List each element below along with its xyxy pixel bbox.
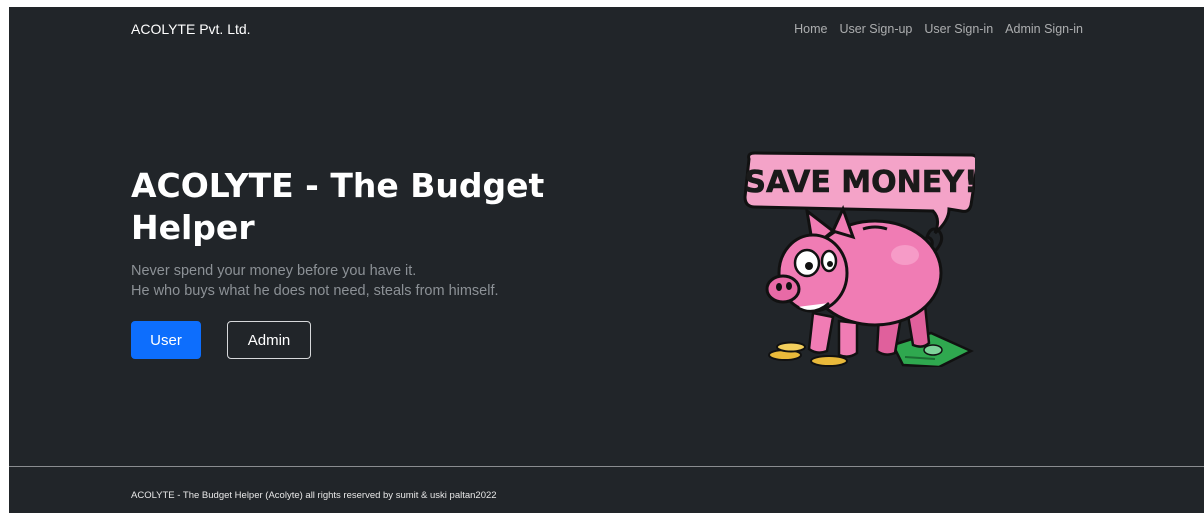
footer-divider	[9, 466, 1204, 467]
hero-title: ACOLYTE - The Budget Helper	[131, 166, 545, 247]
footer-copyright: ACOLYTE - The Budget Helper (Acolyte) al…	[131, 490, 497, 501]
nav-link-admin-sign-in[interactable]: Admin Sign-in	[1005, 22, 1083, 36]
hero-lead: Never spend your money before you have i…	[131, 261, 591, 301]
page-frame: ACOLYTE Pvt. Ltd. Home User Sign-up User…	[9, 7, 1204, 513]
navbar-brand[interactable]: ACOLYTE Pvt. Ltd.	[131, 21, 251, 37]
hero-lead-line-1: Never spend your money before you have i…	[131, 263, 417, 279]
hero-lead-line-2: He who buys what he does not need, steal…	[131, 283, 499, 299]
piggy-bank-illustration: SAVE MONEY!	[743, 151, 975, 367]
navbar: ACOLYTE Pvt. Ltd. Home User Sign-up User…	[9, 7, 1204, 53]
user-button[interactable]: User	[131, 321, 201, 359]
piggy-icon	[765, 205, 944, 358]
coins-icon	[768, 341, 848, 367]
nav-link-user-sign-up[interactable]: User Sign-up	[839, 22, 912, 36]
nav-link-user-sign-in[interactable]: User Sign-in	[924, 22, 993, 36]
cash-icon	[891, 331, 974, 367]
admin-button[interactable]: Admin	[227, 321, 311, 359]
nav-link-home[interactable]: Home	[794, 22, 827, 36]
nav-links: Home User Sign-up User Sign-in Admin Sig…	[794, 22, 1083, 36]
bubble-text: SAVE MONEY!	[744, 165, 975, 200]
